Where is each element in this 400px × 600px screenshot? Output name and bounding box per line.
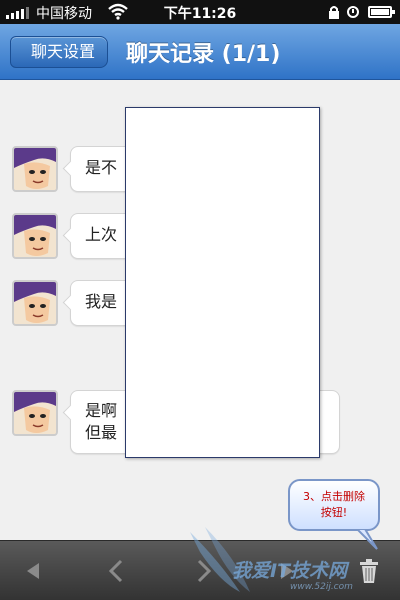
avatar[interactable] — [12, 213, 58, 259]
callout-line: 3、点击删除 — [303, 490, 365, 503]
avatar-face-icon — [14, 215, 56, 257]
battery-icon — [368, 6, 395, 18]
callout-line: 按钮! — [320, 506, 348, 519]
watermark-text: 我爱IT技术网 — [232, 560, 348, 582]
avatar-face-icon — [14, 392, 56, 434]
blank-overlay-panel — [125, 107, 320, 458]
watermark-url: www.52ij.com — [290, 582, 353, 592]
alarm-icon — [347, 6, 359, 18]
rotation-lock-icon — [329, 6, 339, 19]
navigation-bar: 聊天设置 聊天记录 (1/1) — [0, 24, 400, 80]
avatar-face-icon — [14, 148, 56, 190]
status-bar: 中国移动 下午11:26 — [0, 0, 400, 24]
avatar[interactable] — [12, 390, 58, 436]
chevron-right-icon[interactable] — [188, 556, 218, 586]
avatar[interactable] — [12, 146, 58, 192]
page-title: 聊天记录 (1/1) — [126, 42, 281, 67]
chevron-left-icon[interactable] — [102, 556, 132, 586]
callout-pointer-icon — [355, 529, 378, 550]
avatar-face-icon — [14, 282, 56, 324]
play-left-icon[interactable] — [18, 556, 48, 586]
avatar[interactable] — [12, 280, 58, 326]
trash-icon[interactable] — [354, 556, 384, 586]
status-time: 下午11:26 — [163, 6, 237, 22]
back-button[interactable]: 聊天设置 — [10, 36, 108, 68]
instruction-callout: 3、点击删除 按钮! — [288, 479, 380, 531]
